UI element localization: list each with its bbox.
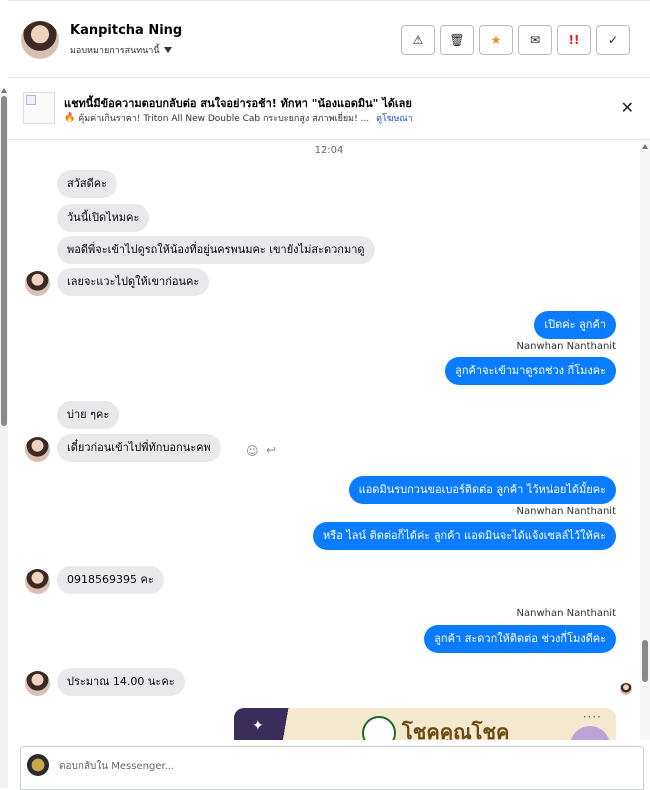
view-ad-link[interactable]: ดูโฆษณา [376, 111, 413, 125]
reply-composer [20, 746, 644, 790]
message-outgoing[interactable]: หรือ ไลน์ ติดต่อก็ได้ค่ะ ลูกค้า แอดมินจะ… [313, 522, 616, 550]
ad-notice-banner: แชทนี้มีข้อความตอบกลับต่อ สนใจอย่ารอช้า!… [8, 78, 650, 140]
caret-down-icon [163, 47, 172, 53]
card-brand-text: โชคคูณโชค [402, 720, 510, 740]
scroll-up-arrow-icon[interactable] [1, 88, 7, 93]
notice-title: แชทนี้มีข้อความตอบกลับต่อ สนใจอย่ารอช้า!… [64, 97, 412, 110]
urgent-icon: !! [568, 33, 580, 47]
contact-avatar-small [25, 271, 50, 296]
reply-input[interactable] [59, 757, 459, 775]
left-scrollbar-thumb[interactable] [1, 96, 7, 426]
message-thread[interactable]: 12:04 สวัสดีคะ วันนี้เปิดไหมคะ พอดีพี่จะ… [8, 140, 650, 740]
sender-name: Nanwhan Nanthanit [516, 341, 616, 352]
urgent-button[interactable]: !! [557, 25, 591, 55]
delete-button[interactable]: 🗑 [440, 25, 474, 55]
mail-button[interactable]: ✉ [518, 25, 552, 55]
done-button[interactable]: ✓ [596, 25, 630, 55]
sender-name: Nanwhan Nanthanit [516, 506, 616, 517]
message-outgoing[interactable]: ลูกค้าจะเข้ามาดูรถช่วง กี่โมงคะ [445, 357, 616, 385]
star-icon: ★ [490, 33, 502, 47]
message-incoming[interactable]: วันนี้เปิดไหมคะ [57, 204, 150, 232]
assign-conversation-dropdown[interactable]: มอบหมายการสนทนานี้ [70, 43, 172, 57]
ad-thumbnail-image [23, 92, 55, 124]
promo-image-card[interactable]: ✦ โชคคูณโชค ···· [234, 708, 616, 740]
message-incoming[interactable]: สวัสดีคะ [57, 170, 118, 198]
reply-icon[interactable]: ↩ [266, 443, 276, 457]
check-icon: ✓ [607, 33, 619, 47]
contact-avatar[interactable] [21, 21, 59, 59]
page-avatar [27, 754, 49, 776]
sparkle-icon: ✦ [252, 718, 264, 734]
left-scrollbar[interactable] [0, 88, 8, 788]
alert-button[interactable]: ⚠ [401, 25, 435, 55]
right-scrollbar[interactable] [640, 140, 650, 740]
message-timestamp: 12:04 [314, 145, 344, 156]
more-options-icon[interactable]: ···· [583, 710, 602, 724]
trash-icon: 🗑 [449, 33, 465, 47]
decorative-shape [570, 726, 610, 740]
message-incoming[interactable]: บ่าย ๆคะ [57, 401, 120, 429]
mail-icon: ✉ [529, 33, 541, 47]
conversation-header: Kanpitcha Ning มอบหมายการสนทนานี้ ⚠ 🗑 ★ … [8, 0, 650, 78]
notice-subtitle: คุ้มค่าเกินราคา! Triton All New Double C… [78, 114, 370, 124]
message-outgoing[interactable]: เปิดค่ะ ลูกค้า [534, 311, 616, 339]
contact-avatar-small [25, 671, 50, 696]
message-incoming[interactable]: 0918569395 คะ [57, 566, 164, 594]
fire-icon: 🔥 [64, 113, 76, 123]
message-incoming[interactable]: เดี๋ยวก่อนเข้าไปพี่ทักบอกนะคพ [57, 434, 221, 462]
message-outgoing[interactable]: ลูกค้า สะดวกให้ติดต่อ ช่วงกี่โมงดีคะ [424, 625, 616, 653]
emoji-reaction-icon[interactable]: ☺ [246, 444, 259, 458]
message-incoming[interactable]: เลยจะแวะไปดูให้เขาก่อนคะ [57, 268, 210, 296]
contact-avatar-small [25, 569, 50, 594]
right-scrollbar-thumb[interactable] [642, 640, 648, 682]
read-receipt-avatar [620, 683, 632, 695]
close-icon[interactable]: ✕ [621, 98, 634, 117]
brand-logo [362, 716, 396, 740]
message-outgoing[interactable]: แอดมินรบกวนขอเบอร์ติดต่อ ลูกค้า ไว้หน่อย… [348, 476, 616, 504]
contact-avatar-small [25, 437, 50, 462]
message-incoming[interactable]: พอดีพี่จะเข้าไปดูรถให้น้องที่อยู่นครพนมค… [57, 236, 375, 264]
assign-label: มอบหมายการสนทนานี้ [70, 46, 160, 56]
star-button[interactable]: ★ [479, 25, 513, 55]
notice-subtitle-row: 🔥 คุ้มค่าเกินราคา! Triton All New Double… [64, 111, 413, 125]
message-incoming[interactable]: ประมาณ 14.00 นะคะ [57, 668, 185, 696]
sender-name: Nanwhan Nanthanit [516, 608, 616, 619]
scroll-up-arrow-icon[interactable] [642, 144, 648, 149]
contact-name[interactable]: Kanpitcha Ning [70, 23, 182, 38]
alert-icon: ⚠ [412, 33, 424, 47]
conversation-actions: ⚠ 🗑 ★ ✉ !! ✓ [401, 25, 630, 55]
